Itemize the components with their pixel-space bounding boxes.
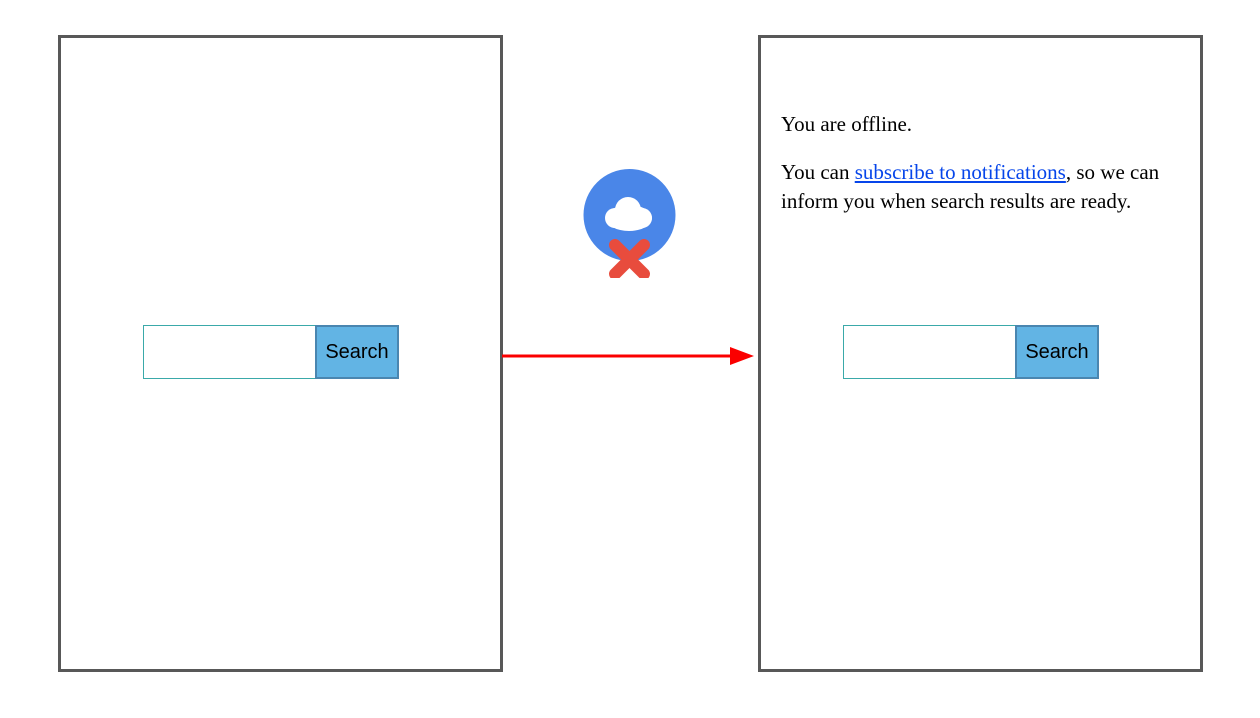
search-button-right[interactable]: Search [1015,325,1099,379]
arrow-right-icon [502,344,754,368]
panel-after: You are offline. You can subscribe to no… [758,35,1203,672]
search-form-left: Search [143,325,399,379]
search-input-left[interactable] [143,325,315,379]
offline-text-pre: You can [781,160,855,184]
search-form-right: Search [843,325,1099,379]
subscribe-link[interactable]: subscribe to notifications [855,160,1066,184]
panel-before: Search [58,35,503,672]
offline-text-line1: You are offline. [781,110,1180,138]
offline-message: You are offline. You can subscribe to no… [781,110,1180,235]
search-button-left[interactable]: Search [315,325,399,379]
offline-text-line2: You can subscribe to notifications, so w… [781,158,1180,215]
search-input-right[interactable] [843,325,1015,379]
cloud-offline-icon [582,168,677,278]
